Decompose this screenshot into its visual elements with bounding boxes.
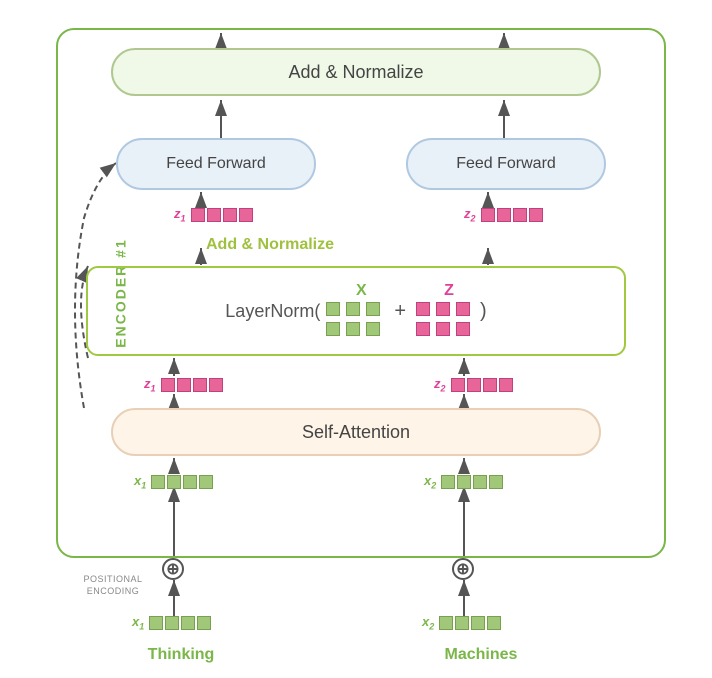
- layernorm-text: LayerNorm(: [225, 301, 320, 322]
- green-sq: [199, 475, 213, 489]
- self-attention-box: Self-Attention: [111, 408, 601, 456]
- green-sq: [151, 475, 165, 489]
- pink-sq: [467, 378, 481, 392]
- green-sq: [457, 475, 471, 489]
- word-machines: Machines: [416, 646, 546, 664]
- layernorm-box: LayerNorm( X + Z ): [86, 266, 626, 356]
- plus-circle-right-symbol: ⊕: [452, 558, 474, 580]
- add-normalize-middle-label: Add & Normalize: [206, 236, 334, 254]
- green-sq: [441, 475, 455, 489]
- feed-forward-left: Feed Forward: [116, 138, 316, 190]
- green-sq: [439, 616, 453, 630]
- z2-mid-label: z2: [434, 376, 446, 394]
- add-normalize-middle-text: Add & Normalize: [206, 236, 334, 253]
- add-normalize-top: Add & Normalize: [111, 48, 601, 96]
- x2-bottom-label: x2: [422, 614, 434, 632]
- x-grid: [326, 302, 384, 340]
- x1-bottom-label: x1: [132, 614, 144, 632]
- green-sq: [455, 616, 469, 630]
- z1-mid-output: z1: [144, 376, 223, 394]
- z-grid: [416, 302, 474, 340]
- feed-forward-left-label: Feed Forward: [166, 155, 266, 173]
- pink-sq: [481, 208, 495, 222]
- green-sq: [165, 616, 179, 630]
- positional-encoding-label: POSITIONAL ENCODING: [78, 574, 148, 597]
- green-sq: [487, 616, 501, 630]
- self-attention-label: Self-Attention: [302, 422, 410, 443]
- close-paren: ): [480, 300, 487, 323]
- green-sq: [471, 616, 485, 630]
- z1-top-label: z1: [174, 206, 186, 224]
- z1-top-output: z1: [174, 206, 253, 224]
- z1-mid-label: z1: [144, 376, 156, 394]
- add-normalize-top-label: Add & Normalize: [288, 62, 423, 83]
- x1-encoder-label: x1: [134, 473, 146, 491]
- pink-sq: [161, 378, 175, 392]
- x2-encoder-input: x2: [424, 473, 503, 491]
- x1-bottom-input: x1: [132, 614, 211, 632]
- green-sq: [473, 475, 487, 489]
- word-thinking: Thinking: [116, 646, 246, 664]
- green-sq: [181, 616, 195, 630]
- plus-sign: +: [394, 300, 406, 323]
- plus-circle-right: ⊕: [452, 558, 474, 580]
- green-sq: [489, 475, 503, 489]
- machines-label: Machines: [445, 646, 518, 663]
- layernorm-content: LayerNorm( X + Z ): [225, 282, 486, 340]
- plus-circle-left: ⊕: [162, 558, 184, 580]
- pink-sq: [177, 378, 191, 392]
- green-sq: [197, 616, 211, 630]
- feed-forward-right: Feed Forward: [406, 138, 606, 190]
- x2-encoder-label: x2: [424, 473, 436, 491]
- pink-sq: [209, 378, 223, 392]
- pink-sq: [193, 378, 207, 392]
- green-sq: [167, 475, 181, 489]
- pink-sq: [191, 208, 205, 222]
- green-sq: [183, 475, 197, 489]
- pink-sq: [529, 208, 543, 222]
- x1-encoder-input: x1: [134, 473, 213, 491]
- green-sq: [149, 616, 163, 630]
- z-label-layernorm: Z: [424, 282, 474, 300]
- feed-forward-right-label: Feed Forward: [456, 155, 556, 173]
- z2-top-output: z2: [464, 206, 543, 224]
- pink-sq: [513, 208, 527, 222]
- z2-top-label: z2: [464, 206, 476, 224]
- thinking-label: Thinking: [148, 646, 215, 663]
- pink-sq: [451, 378, 465, 392]
- x-label: X: [338, 282, 384, 300]
- pink-sq: [497, 208, 511, 222]
- z2-mid-output: z2: [434, 376, 513, 394]
- pink-sq: [207, 208, 221, 222]
- plus-circle-left-symbol: ⊕: [162, 558, 184, 580]
- pink-sq: [239, 208, 253, 222]
- x2-bottom-input: x2: [422, 614, 501, 632]
- pink-sq: [223, 208, 237, 222]
- pink-sq: [499, 378, 513, 392]
- pink-sq: [483, 378, 497, 392]
